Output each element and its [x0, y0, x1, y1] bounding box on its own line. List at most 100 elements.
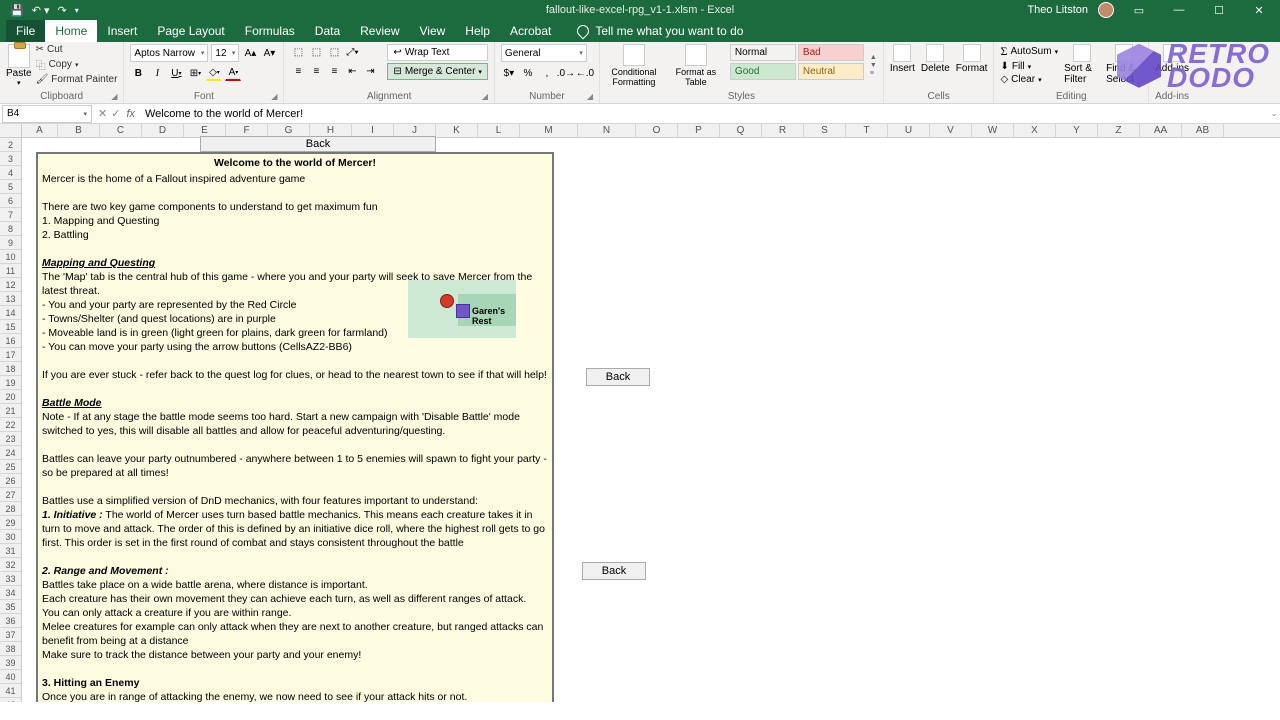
col-header[interactable]: W	[972, 124, 1014, 137]
close-icon[interactable]: ✕	[1244, 0, 1274, 20]
number-format-select[interactable]: General▾	[501, 44, 587, 62]
italic-button[interactable]: I	[149, 65, 165, 81]
row-header[interactable]: 5	[0, 180, 22, 194]
col-header[interactable]: Y	[1056, 124, 1098, 137]
ribbon-display-icon[interactable]: ▭	[1124, 0, 1154, 20]
gallery-down-icon[interactable]: ▼	[870, 62, 877, 69]
row-header[interactable]: 29	[0, 516, 22, 530]
format-cells-button[interactable]: Format	[956, 44, 988, 74]
row-header[interactable]: 19	[0, 376, 22, 390]
col-header[interactable]: T	[846, 124, 888, 137]
font-name-select[interactable]: Aptos Narrow▾	[130, 44, 208, 62]
cut-button[interactable]: ✂Cut	[36, 44, 118, 55]
back-button-3[interactable]: Back	[582, 562, 646, 580]
row-header[interactable]: 36	[0, 614, 22, 628]
qat-custom-icon[interactable]: ▾	[75, 6, 79, 15]
maximize-icon[interactable]: ☐	[1204, 0, 1234, 20]
name-box[interactable]: B4▾	[2, 105, 92, 123]
row-header[interactable]: 30	[0, 530, 22, 544]
col-header[interactable]: N	[578, 124, 636, 137]
row-header[interactable]: 8	[0, 222, 22, 236]
font-color-button[interactable]: A▾	[225, 65, 241, 81]
bold-button[interactable]: B	[130, 65, 146, 81]
row-header[interactable]: 10	[0, 250, 22, 264]
tell-me[interactable]: Tell me what you want to do	[573, 20, 747, 42]
fx-icon[interactable]: fx	[126, 108, 135, 120]
increase-decimal-icon[interactable]: .0→	[558, 65, 574, 81]
addins-button[interactable]: Add-ins	[1155, 44, 1189, 74]
row-header[interactable]: 2	[0, 138, 22, 152]
save-icon[interactable]: 💾	[10, 4, 24, 17]
tab-acrobat[interactable]: Acrobat	[500, 20, 561, 42]
format-painter-button[interactable]: 🖌Format Painter	[36, 74, 118, 85]
wrap-text-button[interactable]: ↩Wrap Text	[387, 44, 488, 61]
align-top-icon[interactable]: ⬚	[290, 44, 306, 60]
gallery-up-icon[interactable]: ▲	[870, 54, 877, 61]
tab-view[interactable]: View	[410, 20, 456, 42]
row-header[interactable]: 17	[0, 348, 22, 362]
select-all-corner[interactable]	[0, 124, 22, 137]
conditional-formatting-button[interactable]: Conditional Formatting	[606, 44, 662, 87]
col-header[interactable]: A	[22, 124, 58, 137]
style-neutral[interactable]: Neutral	[798, 63, 864, 80]
align-middle-icon[interactable]: ⬚	[308, 44, 324, 60]
merge-center-button[interactable]: ⊟Merge & Center▾	[387, 63, 488, 80]
decrease-decimal-icon[interactable]: ←.0	[577, 65, 593, 81]
style-good[interactable]: Good	[730, 63, 796, 80]
clear-button[interactable]: ◇Clear▾	[1000, 74, 1058, 85]
row-header[interactable]: 42	[0, 698, 22, 702]
percent-icon[interactable]: %	[520, 65, 536, 81]
align-bottom-icon[interactable]: ⬚	[326, 44, 342, 60]
row-header[interactable]: 9	[0, 236, 22, 250]
row-header[interactable]: 13	[0, 292, 22, 306]
insert-cells-button[interactable]: Insert	[890, 44, 915, 74]
cancel-formula-icon[interactable]: ✕	[98, 107, 107, 120]
clipboard-launcher[interactable]: ◢	[111, 92, 121, 102]
row-header[interactable]: 25	[0, 460, 22, 474]
delete-cells-button[interactable]: Delete	[921, 44, 950, 74]
row-header[interactable]: 34	[0, 586, 22, 600]
formula-bar[interactable]: Welcome to the world of Mercer!	[141, 108, 1268, 120]
avatar[interactable]	[1098, 2, 1114, 18]
row-header[interactable]: 18	[0, 362, 22, 376]
fill-color-button[interactable]: ◇▾	[206, 65, 222, 81]
row-header[interactable]: 20	[0, 390, 22, 404]
row-header[interactable]: 39	[0, 656, 22, 670]
row-header[interactable]: 3	[0, 152, 22, 166]
redo-icon[interactable]: ↷	[58, 4, 67, 17]
tab-data[interactable]: Data	[305, 20, 350, 42]
align-center-icon[interactable]: ≡	[308, 63, 324, 79]
row-header[interactable]: 28	[0, 502, 22, 516]
col-header[interactable]: Q	[720, 124, 762, 137]
col-header[interactable]: O	[636, 124, 678, 137]
col-header[interactable]: C	[100, 124, 142, 137]
undo-icon[interactable]: ↶ ▾	[32, 4, 50, 17]
col-header[interactable]: M	[520, 124, 578, 137]
row-header[interactable]: 26	[0, 474, 22, 488]
gallery-more-icon[interactable]: ≡	[870, 70, 877, 77]
alignment-launcher[interactable]: ◢	[482, 92, 492, 102]
tab-formulas[interactable]: Formulas	[235, 20, 305, 42]
underline-button[interactable]: U▾	[168, 65, 184, 81]
row-header[interactable]: 12	[0, 278, 22, 292]
row-header[interactable]: 41	[0, 684, 22, 698]
copy-button[interactable]: ⿻Copy▾	[36, 57, 118, 72]
border-button[interactable]: ⊞▾	[187, 65, 203, 81]
row-header[interactable]: 11	[0, 264, 22, 278]
align-right-icon[interactable]: ≡	[326, 63, 342, 79]
back-button-1[interactable]: Back	[200, 136, 436, 152]
tab-insert[interactable]: Insert	[97, 20, 147, 42]
fill-button[interactable]: ⬇Fill▾	[1000, 61, 1058, 72]
row-header[interactable]: 6	[0, 194, 22, 208]
minimize-icon[interactable]: —	[1164, 0, 1194, 20]
format-as-table-button[interactable]: Format as Table	[668, 44, 724, 87]
row-header[interactable]: 38	[0, 642, 22, 656]
decrease-indent-icon[interactable]: ⇤	[344, 63, 360, 79]
tab-file[interactable]: File	[6, 20, 45, 42]
increase-font-icon[interactable]: A▴	[242, 45, 258, 61]
row-header[interactable]: 32	[0, 558, 22, 572]
row-header[interactable]: 23	[0, 432, 22, 446]
col-header[interactable]: P	[678, 124, 720, 137]
col-header[interactable]: X	[1014, 124, 1056, 137]
autosum-button[interactable]: ΣAutoSum▾	[1000, 44, 1058, 59]
